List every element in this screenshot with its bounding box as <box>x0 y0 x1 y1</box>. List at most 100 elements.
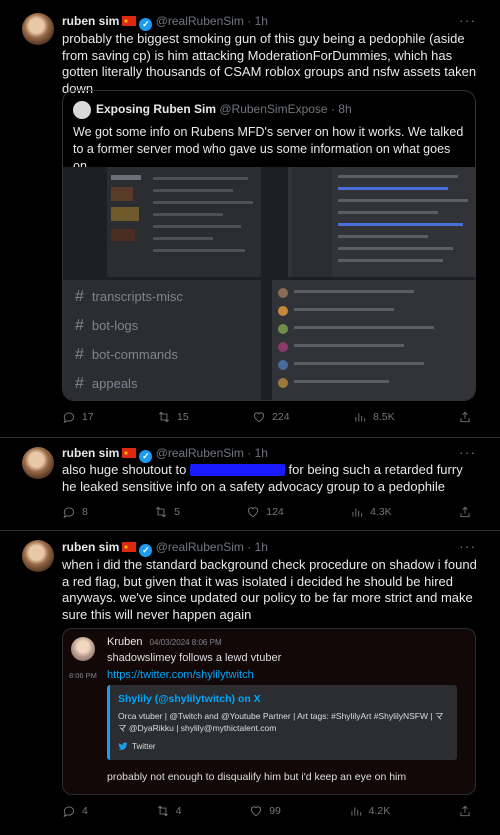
tweet-actions: 4 4 99 4.2K <box>62 804 472 818</box>
discord-message-header: Kruben 04/03/2024 8:06 PM <box>107 636 222 648</box>
discord-message-embed[interactable]: Kruben 04/03/2024 8:06 PM shadowslimey f… <box>62 628 476 795</box>
tweet-text: probably the biggest smoking gun of this… <box>62 31 477 96</box>
tweet-header: ruben sim ✓ @realRubenSim · 1h <box>62 14 268 31</box>
retweet-icon <box>157 805 168 817</box>
media-image-3[interactable]: # transcripts-misc # bot-logs # bot-command… <box>63 280 261 400</box>
link-preview-card[interactable]: Shylily (@shylilytwitch) on X Orca vtube… <box>107 685 457 760</box>
discord-link[interactable]: https://twitter.com/shylilytwitch <box>107 669 254 681</box>
views-icon <box>355 413 366 422</box>
tweet-1[interactable]: ruben sim ✓ @realRubenSim · 1h ··· probab… <box>0 0 500 437</box>
discord-message-line-2: probably not enough to disqualify him bu… <box>107 771 407 783</box>
retweet-button[interactable]: 5 <box>154 505 180 519</box>
more-options-icon[interactable]: ··· <box>459 538 476 554</box>
reply-button[interactable]: 8 <box>62 505 88 519</box>
author-name[interactable]: ruben sim <box>62 540 119 554</box>
tweet-time[interactable]: · 1h <box>247 540 268 554</box>
like-count: 224 <box>272 411 290 423</box>
views-icon <box>352 508 363 517</box>
media-image-2[interactable] <box>264 167 475 277</box>
views-count: 4.3K <box>370 506 392 518</box>
tweet-actions: 17 15 224 8.5K <box>62 410 472 424</box>
reply-button[interactable]: 17 <box>62 410 94 424</box>
author-handle[interactable]: @realRubenSim <box>156 14 244 28</box>
avatar[interactable] <box>22 447 54 479</box>
tweet-header: ruben sim ✓ @realRubenSim · 1h <box>62 540 268 557</box>
tweet-header: ruben sim✓ @realRubenSim · 1h <box>62 446 268 463</box>
views-icon <box>351 807 361 816</box>
views-button[interactable]: 8.5K <box>353 410 395 424</box>
more-options-icon[interactable]: ··· <box>459 12 476 28</box>
author-handle[interactable]: @realRubenSim <box>156 446 244 460</box>
retweet-icon <box>156 506 167 518</box>
verified-badge-icon: ✓ <box>139 544 153 557</box>
share-button[interactable] <box>458 410 472 424</box>
quote-avatar <box>73 101 91 119</box>
media-image-4[interactable] <box>264 280 475 400</box>
quote-media[interactable]: # transcripts-misc # bot-logs # bot-command… <box>63 167 475 400</box>
retweet-button[interactable]: 4 <box>156 804 182 818</box>
reply-count: 17 <box>82 411 94 423</box>
twitter-bird-icon <box>118 742 128 750</box>
tweet-text: when i did the standard background check… <box>62 557 477 622</box>
quoted-tweet[interactable]: Exposing Ruben Sim @RubenSimExpose · 8h … <box>62 90 476 401</box>
discord-message-line-1: shadowslimey follows a lewd vtuber <box>107 652 282 664</box>
tweet-time[interactable]: · 1h <box>247 446 268 460</box>
like-count: 99 <box>269 805 281 817</box>
like-button[interactable]: 99 <box>249 804 281 818</box>
views-count: 4.2K <box>368 805 391 817</box>
reply-count: 4 <box>82 805 88 817</box>
author-handle[interactable]: @realRubenSim <box>156 540 244 554</box>
author-name[interactable]: ruben sim <box>62 14 119 28</box>
redacted-mention <box>189 464 285 476</box>
channel-item: # appeals <box>75 375 138 392</box>
channel-item: # bot-commands <box>75 346 178 363</box>
share-icon <box>460 805 470 817</box>
more-options-icon[interactable]: ··· <box>459 444 476 460</box>
reply-icon <box>63 806 75 818</box>
tweet-time[interactable]: · 1h <box>247 14 268 28</box>
like-button[interactable]: 124 <box>246 505 284 519</box>
card-description: Orca vtuber | @Twitch and @Youtube Partn… <box>118 711 444 733</box>
discord-username[interactable]: Kruben <box>107 636 142 648</box>
tweet-text-part-1: also huge shoutout to <box>62 462 190 477</box>
like-count: 124 <box>266 506 284 518</box>
quote-time: · 8h <box>330 102 352 116</box>
channel-item: # bot-logs <box>75 317 139 334</box>
channel-item: # transcripts-misc <box>75 288 183 305</box>
reply-button[interactable]: 4 <box>62 804 88 818</box>
tweet-text: also huge shoutout to for being such a r… <box>62 462 480 495</box>
retweet-count: 4 <box>175 805 182 817</box>
reply-count: 8 <box>82 506 88 518</box>
avatar[interactable] <box>22 13 54 45</box>
like-button[interactable]: 224 <box>252 410 290 424</box>
card-source-label: Twitter <box>132 742 156 751</box>
card-title[interactable]: Shylily (@shylilytwitch) on X <box>118 693 261 705</box>
tweet-2[interactable]: ruben sim✓ @realRubenSim · 1h ··· also h… <box>0 438 500 530</box>
verified-badge-icon: ✓ <box>139 18 153 31</box>
media-image-1[interactable] <box>63 167 261 277</box>
reply-icon <box>63 412 75 424</box>
share-button[interactable] <box>458 804 472 818</box>
discord-avatar <box>71 637 95 661</box>
heart-icon <box>248 507 259 518</box>
share-button[interactable] <box>458 505 472 519</box>
heart-icon <box>251 806 262 817</box>
views-button[interactable]: 4.2K <box>349 804 391 818</box>
views-count: 8.5K <box>372 411 395 423</box>
retweet-icon <box>159 411 170 423</box>
tweet-3[interactable]: ruben sim ✓ @realRubenSim · 1h ··· when i… <box>0 531 500 835</box>
author-name[interactable]: ruben sim <box>62 446 119 460</box>
avatar[interactable] <box>22 540 54 572</box>
quote-author-handle: @RubenSimExpose <box>219 102 328 116</box>
retweet-count: 5 <box>174 506 180 518</box>
discord-timestamp: 04/03/2024 8:06 PM <box>149 638 222 647</box>
quote-author-name: Exposing Ruben Sim <box>96 102 217 116</box>
heart-icon <box>253 412 265 423</box>
share-icon <box>460 411 470 423</box>
share-icon <box>460 506 470 518</box>
china-flag-icon <box>122 15 137 30</box>
china-flag-icon <box>122 447 137 462</box>
views-button[interactable]: 4.3K <box>350 505 392 519</box>
card-source: Twitter <box>118 742 156 751</box>
retweet-button[interactable]: 15 <box>157 410 189 424</box>
